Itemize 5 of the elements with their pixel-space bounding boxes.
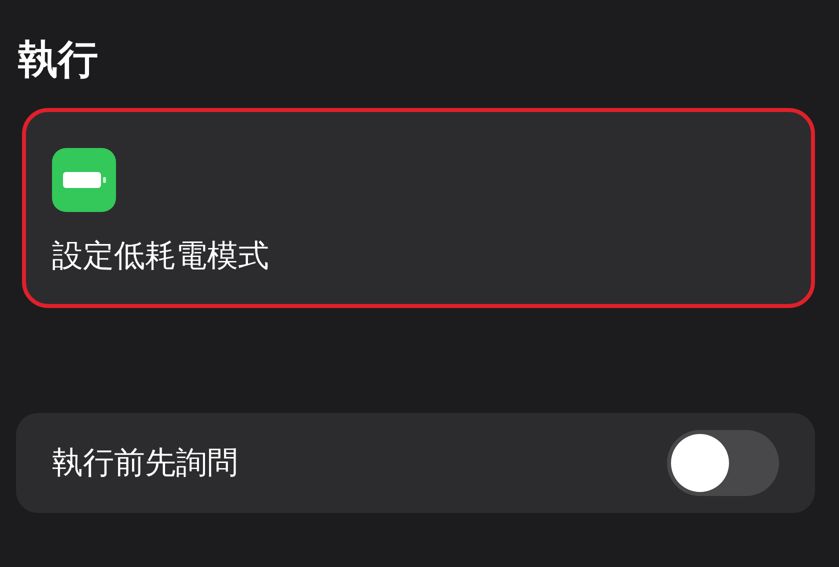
action-card[interactable]: 設定低耗電模式 [22, 108, 815, 308]
action-label: 設定低耗電模式 [52, 237, 270, 276]
section-title: 執行 [18, 36, 99, 85]
battery-icon [52, 148, 116, 212]
setting-label: 執行前先詢問 [52, 444, 238, 483]
